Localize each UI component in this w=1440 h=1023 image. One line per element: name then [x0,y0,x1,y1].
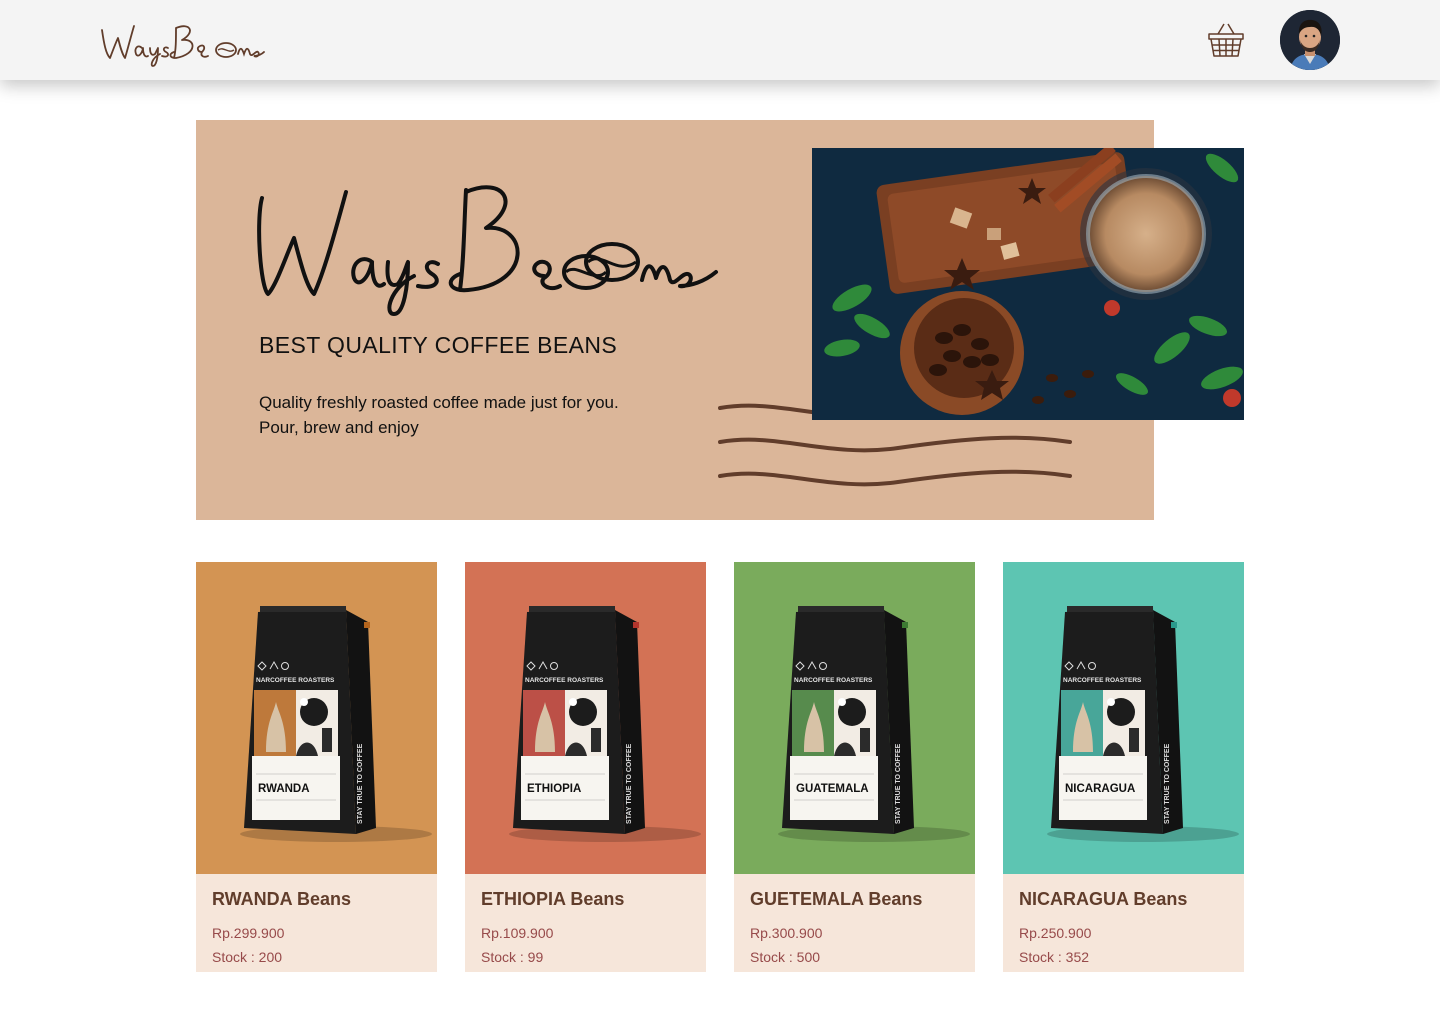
product-name: RWANDA Beans [212,889,352,909]
bag-artwork [792,690,876,756]
product-stock: Stock : 200 [212,949,283,965]
product-price: Rp.109.900 [481,925,554,941]
waysbeans-hero-logo [257,185,718,316]
hero-coffee-photo [812,148,1244,420]
product-price: Rp.300.900 [750,925,823,941]
product-price: Rp.250.900 [1019,925,1092,941]
user-avatar[interactable] [1280,10,1340,70]
hero-description-line1: Quality freshly roasted coffee made just… [259,393,619,412]
bag-artwork [523,690,607,756]
product-card-guatemala[interactable]: NARCOFFEE ROASTERS GUATEMALA STAY TRUE TO … [734,562,975,972]
hero-title: BEST QUALITY COFFEE BEANS [259,332,618,358]
product-image: NARCOFFEE ROASTERS ETHIOPIA STAY TRUE TO C… [465,562,706,874]
product-name: NICARAGUA Beans [1019,889,1188,909]
product-card-nicaragua[interactable]: NARCOFFEE ROASTERS NICARAGUA STAY TRUE TO … [1003,562,1244,972]
bag-side-text: STAY TRUE TO COFFEE [895,743,902,824]
product-image: NARCOFFEE ROASTERS GUATEMALA STAY TRUE TO … [734,562,975,874]
hero-description: Quality freshly roasted coffee made just… [259,390,679,440]
product-stock: Stock : 99 [481,949,544,965]
basket-icon[interactable] [1206,20,1246,60]
bag-brand-text: NARCOFFEE ROASTERS [1063,677,1142,684]
bag-artwork [254,690,338,756]
bag-origin-label: NICARAGUA [1065,783,1135,795]
bag-brand-text: NARCOFFEE ROASTERS [525,677,604,684]
waysbeans-logo[interactable] [98,14,268,70]
bag-artwork [1061,690,1145,756]
top-navbar [0,0,1440,80]
product-image: NARCOFFEE ROASTERS NICARAGUA STAY TRUE TO … [1003,562,1244,874]
bag-brand-text: NARCOFFEE ROASTERS [794,677,873,684]
hero-description-line2: Pour, brew and enjoy [259,418,419,437]
bag-brand-text: NARCOFFEE ROASTERS [256,677,335,684]
bag-side-text: STAY TRUE TO COFFEE [1164,743,1171,824]
product-card-rwanda[interactable]: NARCOFFEE ROASTERS RWANDA STAY TRUE TO COF… [196,562,437,972]
product-name: GUETEMALA Beans [750,889,923,909]
product-stock: Stock : 352 [1019,949,1090,965]
bag-origin-label: RWANDA [258,783,310,795]
bag-origin-label: ETHIOPIA [527,783,581,795]
product-name: ETHIOPIA Beans [481,889,625,909]
product-image: NARCOFFEE ROASTERS RWANDA STAY TRUE TO COF… [196,562,437,874]
product-card-ethiopia[interactable]: NARCOFFEE ROASTERS ETHIOPIA STAY TRUE TO C… [465,562,706,972]
product-stock: Stock : 500 [750,949,821,965]
bag-origin-label: GUATEMALA [796,783,869,795]
bag-side-text: STAY TRUE TO COFFEE [357,743,364,824]
product-price: Rp.299.900 [212,925,285,941]
bag-side-text: STAY TRUE TO COFFEE [626,743,633,824]
